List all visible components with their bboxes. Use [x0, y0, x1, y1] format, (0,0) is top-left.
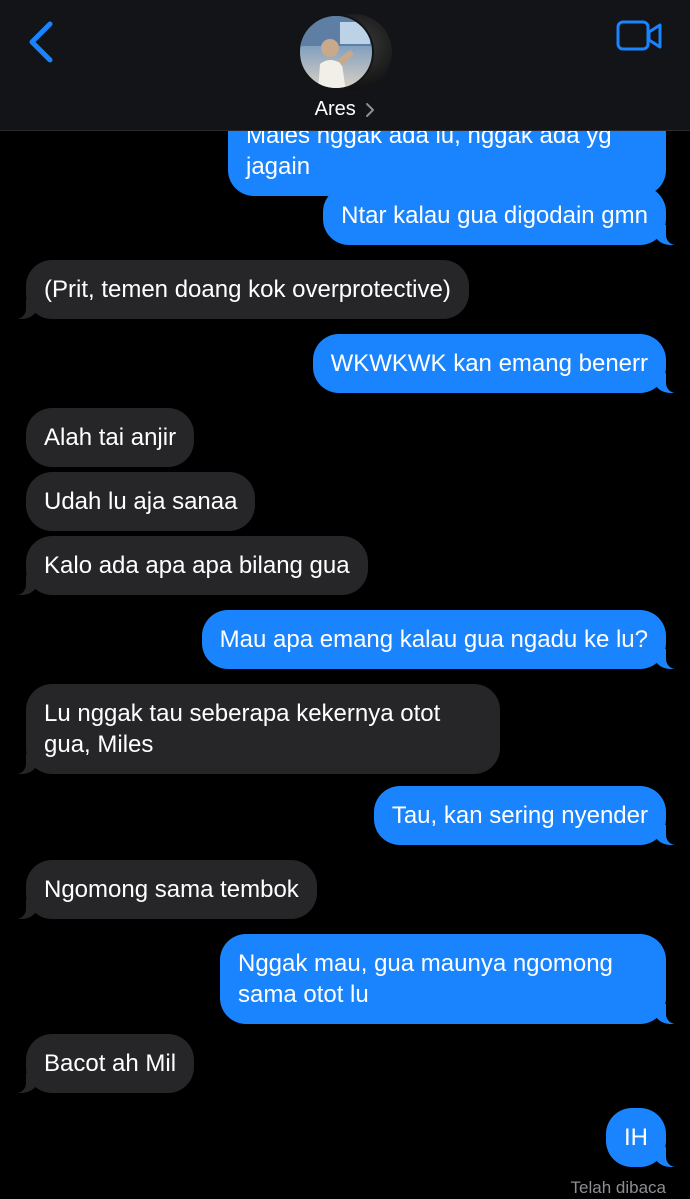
message-text: Ngomong sama tembok: [44, 876, 299, 903]
message-bubble-incoming[interactable]: Udah lu aja sanaa: [26, 472, 256, 531]
message-thread[interactable]: Males nggak ada lu, nggak ada yg jagain …: [0, 0, 690, 1199]
contact-name: Ares: [314, 98, 356, 121]
message-bubble-incoming[interactable]: Alah tai anjir: [26, 408, 195, 467]
message-bubble-outgoing[interactable]: IH: [606, 1108, 676, 1167]
message-text: (Prit, temen doang kok overprotective): [44, 276, 451, 303]
message-bubble-outgoing[interactable]: Mau apa emang kalau gua ngadu ke lu?: [201, 610, 677, 669]
message-text: Nggak mau, gua maunya ngomong sama otot …: [238, 950, 613, 1008]
message-text: Tau, kan sering nyender: [391, 802, 648, 829]
read-receipt: Telah dibaca: [570, 1178, 666, 1197]
message-bubble-incoming[interactable]: Ngomong sama tembok: [16, 860, 317, 919]
message-bubble-incoming[interactable]: Lu nggak tau seberapa kekernya otot gua,…: [16, 684, 500, 774]
message-text: Mau apa emang kalau gua ngadu ke lu?: [219, 626, 648, 653]
message-text: WKWKWK kan emang benerr: [330, 350, 648, 377]
message-bubble-incoming[interactable]: Bacot ah Mil: [15, 1034, 195, 1093]
message-text: Alah tai anjir: [44, 424, 177, 451]
message-bubble-incoming[interactable]: (Prit, temen doang kok overprotective): [16, 260, 469, 319]
message-bubble-outgoing[interactable]: WKWKWK kan emang benerr: [312, 334, 677, 393]
message-bubble-outgoing[interactable]: Ntar kalau gua digodain gmn: [323, 186, 676, 245]
video-call-button[interactable]: [616, 18, 664, 54]
message-text: Bacot ah Mil: [44, 1050, 177, 1077]
message-text: Lu nggak tau seberapa kekernya otot gua,…: [44, 700, 441, 758]
video-camera-icon: [616, 20, 662, 51]
chevron-right-icon: [366, 102, 375, 117]
message-text: Udah lu aja sanaa: [44, 488, 238, 515]
message-bubble-outgoing[interactable]: Tau, kan sering nyender: [373, 786, 677, 845]
back-button[interactable]: [20, 18, 64, 66]
chevron-left-icon: [29, 21, 53, 63]
message-text: Ntar kalau gua digodain gmn: [341, 202, 648, 229]
message-bubble-incoming[interactable]: Kalo ada apa apa bilang gua: [16, 536, 368, 595]
contact-name-button[interactable]: Ares: [0, 98, 690, 121]
message-bubble-outgoing[interactable]: Nggak mau, gua maunya ngomong sama otot …: [220, 934, 676, 1024]
avatar: [298, 14, 374, 90]
conversation-header: Ares: [0, 0, 690, 131]
contact-avatar-button[interactable]: [298, 14, 394, 92]
message-text: IH: [624, 1124, 648, 1151]
message-text: Kalo ada apa apa bilang gua: [44, 552, 350, 579]
